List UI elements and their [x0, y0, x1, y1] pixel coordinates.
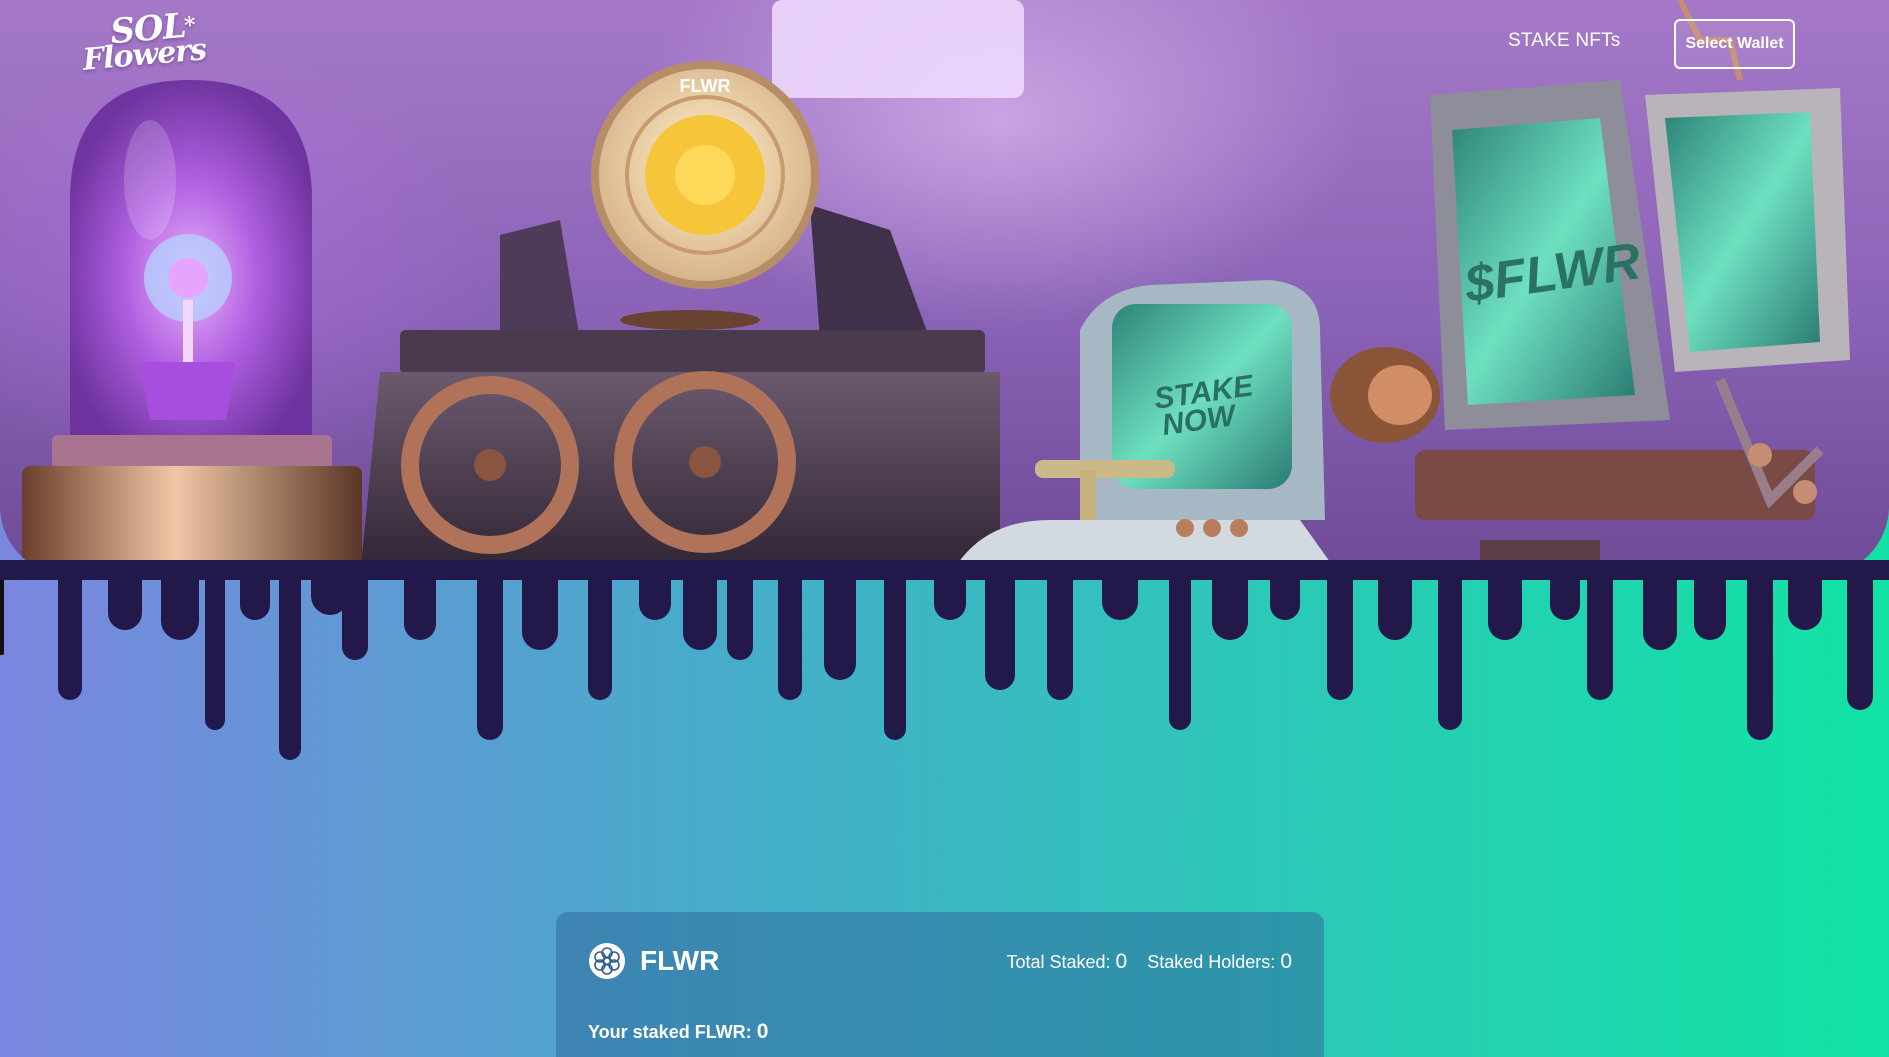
your-staked-value: 0 — [756, 1020, 769, 1043]
sol-flowers-logo[interactable]: SOL Flowers * — [80, 6, 220, 84]
select-wallet-button[interactable]: Select Wallet — [1674, 19, 1795, 69]
staked-holders-label: Staked Holders: — [1147, 952, 1276, 972]
coin-machine: FLWR — [360, 61, 1000, 576]
total-staked-value: 0 — [1115, 950, 1128, 973]
navbar: SOL Flowers * STAKE NFTs Select Wallet — [0, 0, 1889, 90]
bell-jar — [22, 80, 362, 576]
staked-holders-stat: Staked Holders: 0 — [1147, 950, 1292, 974]
stake-nfts-link[interactable]: STAKE NFTs — [1508, 30, 1621, 52]
your-staked-row: Your staked FLWR: 0 — [588, 1020, 768, 1044]
flower-token-icon — [589, 943, 625, 979]
hero-banner: FLWR STAKE NOW $FLWR SOL Flowers * STAKE… — [0, 0, 1889, 576]
drip-decoration — [0, 560, 1889, 760]
total-staked-stat: Total Staked: 0 — [1006, 950, 1127, 974]
token-name: FLWR — [640, 945, 720, 976]
staking-stats: Total Staked: 0 Staked Holders: 0 — [1006, 950, 1292, 974]
logo-line-2: Flowers — [81, 32, 208, 78]
staked-holders-value: 0 — [1280, 950, 1292, 973]
star-icon: * — [183, 11, 197, 39]
your-staked-label: Your staked FLWR: — [588, 1022, 752, 1042]
stake-terminal: STAKE NOW — [950, 280, 1440, 576]
staking-card: FLWR Total Staked: 0 Staked Holders: 0 Y… — [556, 912, 1324, 1057]
total-staked-label: Total Staked: — [1006, 952, 1111, 972]
